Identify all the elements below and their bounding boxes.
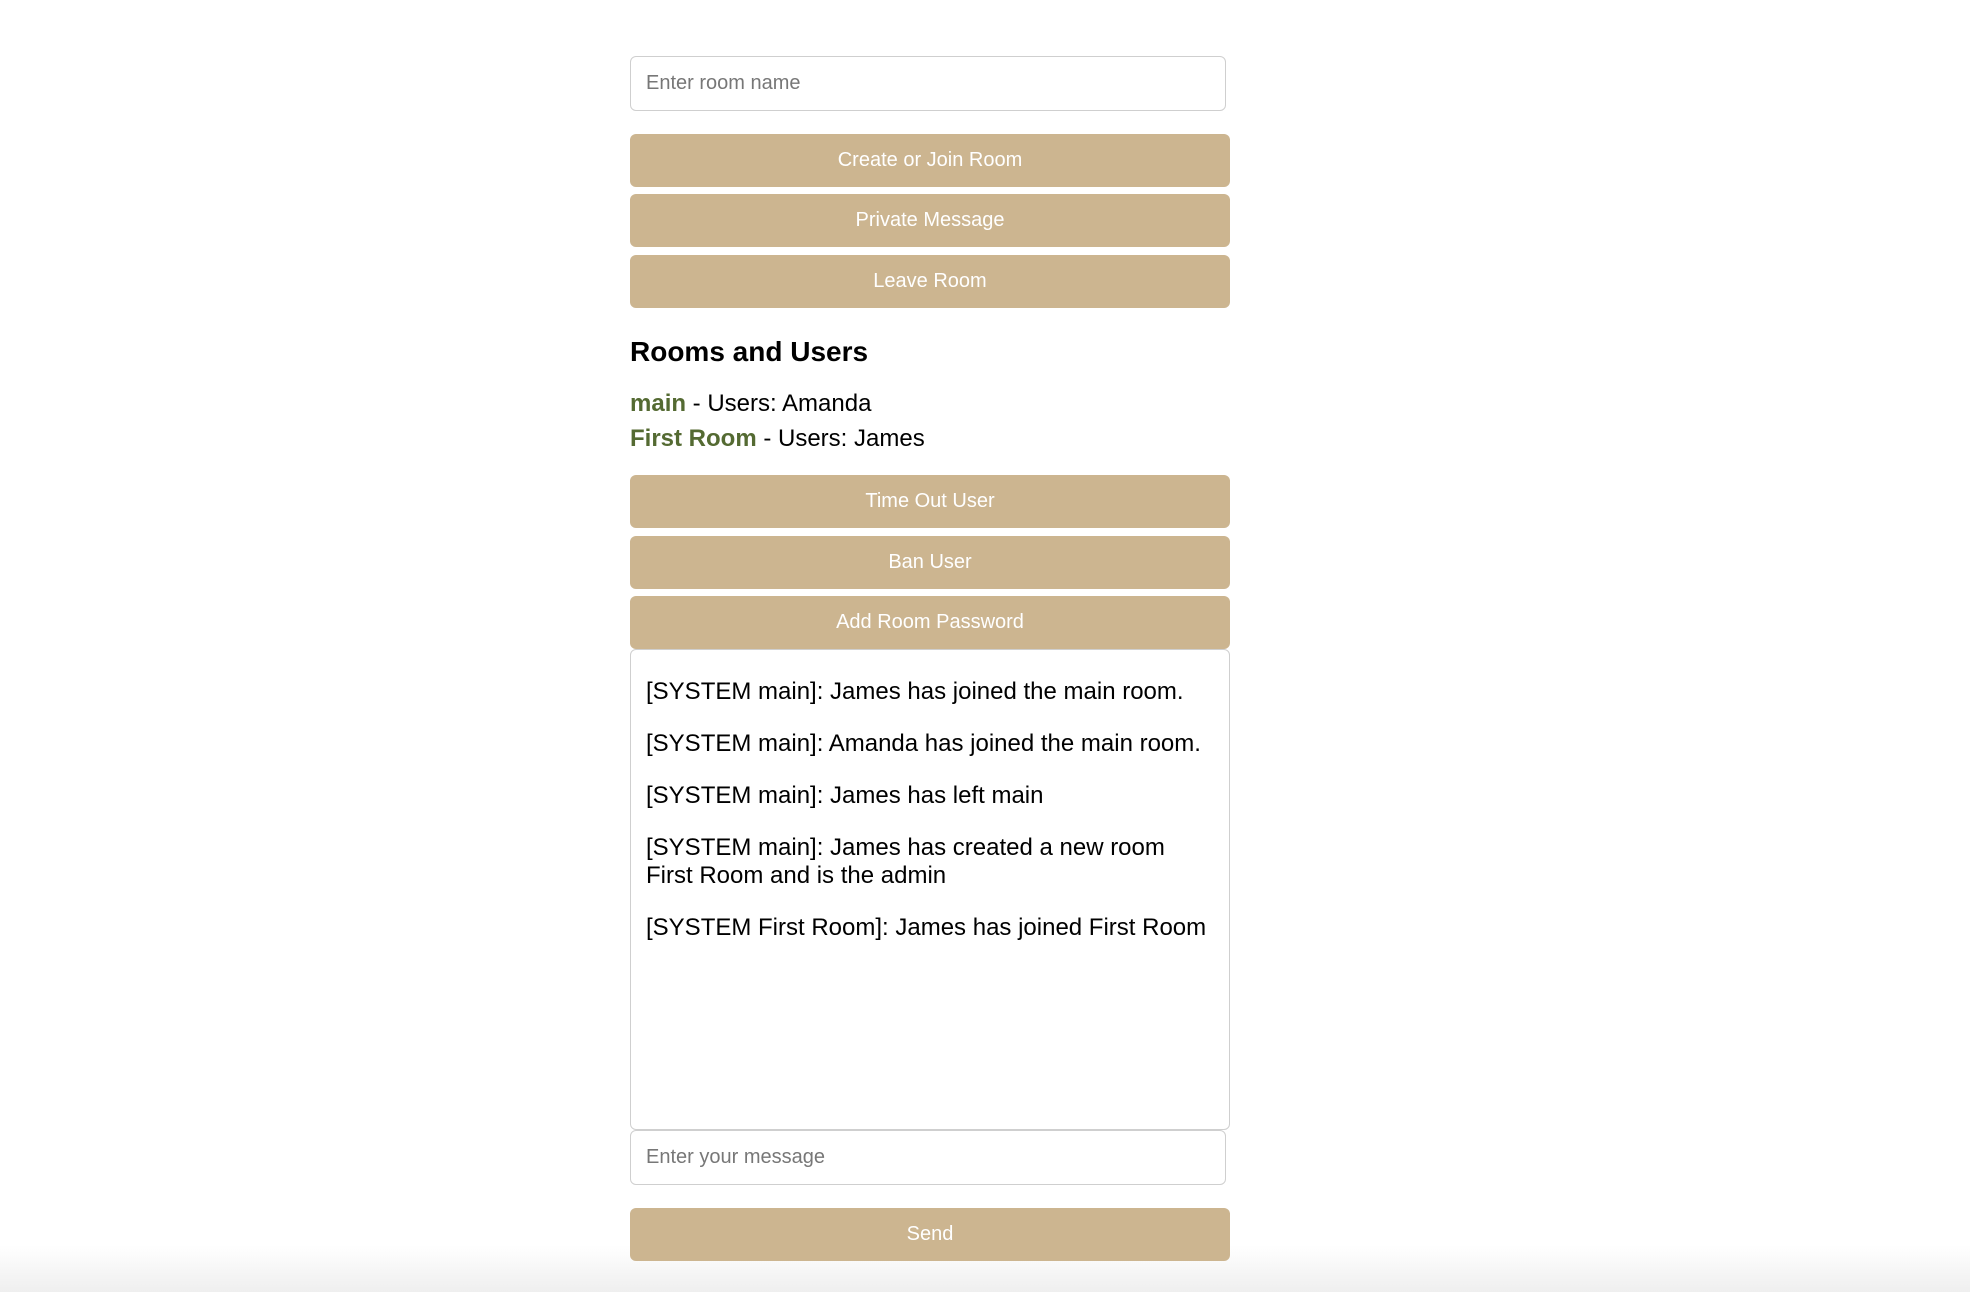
room-name-input[interactable] (630, 56, 1226, 111)
add-room-password-button[interactable]: Add Room Password (630, 596, 1230, 649)
room-users-text: - Users: James (756, 425, 925, 452)
room-users-text: - Users: Amanda (686, 390, 872, 417)
rooms-list: main - Users: Amanda First Room - Users:… (630, 386, 1230, 456)
chat-message: [SYSTEM First Room]: James has joined Fi… (646, 914, 1207, 941)
room-list-item: main - Users: Amanda (630, 386, 1230, 421)
create-join-room-button[interactable]: Create or Join Room (630, 134, 1230, 187)
chat-app-column: Create or Join Room Private Message Leav… (630, 56, 1230, 1261)
room-list-item: First Room - Users: James (630, 421, 1230, 456)
rooms-users-heading: Rooms and Users (630, 336, 869, 367)
page: Create or Join Room Private Message Leav… (0, 0, 1970, 1292)
chat-message: [SYSTEM main]: Amanda has joined the mai… (646, 730, 1201, 757)
private-message-button[interactable]: Private Message (630, 194, 1230, 247)
chat-messages-box[interactable]: [SYSTEM main]: James has joined the main… (630, 649, 1230, 1130)
message-input[interactable] (630, 1130, 1226, 1185)
leave-room-button[interactable]: Leave Room (630, 255, 1230, 308)
time-out-user-button[interactable]: Time Out User (630, 475, 1230, 528)
chat-message: [SYSTEM main]: James has created a new r… (646, 834, 1165, 889)
ban-user-button[interactable]: Ban User (630, 536, 1230, 589)
send-button[interactable]: Send (630, 1208, 1230, 1261)
chat-message: [SYSTEM main]: James has left main (646, 782, 1044, 809)
chat-message: [SYSTEM main]: James has joined the main… (646, 678, 1184, 705)
room-name-link[interactable]: main (630, 390, 686, 417)
room-name-link[interactable]: First Room (630, 425, 757, 452)
